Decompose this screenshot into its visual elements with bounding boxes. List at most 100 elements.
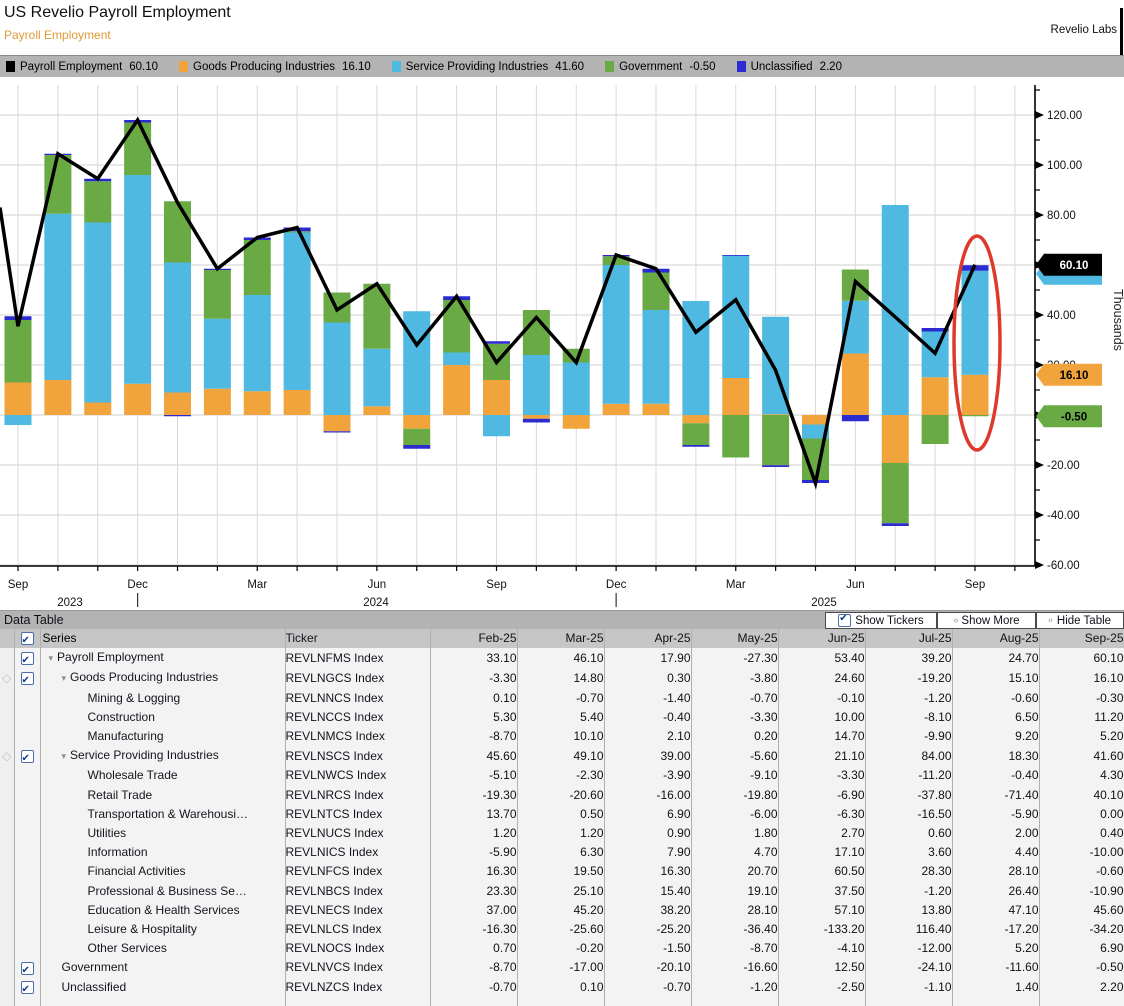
series-name-cell[interactable]: Professional & Business Se…: [40, 882, 285, 901]
series-column-header[interactable]: Series: [40, 629, 285, 648]
x-quarter-label: Mar: [247, 579, 267, 591]
series-name-cell[interactable]: ▾Goods Producing Industries: [40, 668, 285, 688]
value-cell: -0.40: [952, 766, 1039, 785]
value-cell: 4.30: [1039, 766, 1124, 785]
value-cell: 13.80: [865, 901, 952, 920]
select-all-checkbox[interactable]: [21, 632, 34, 645]
month-column-header[interactable]: Sep-25: [1039, 629, 1124, 648]
legend-label: Government: [619, 61, 682, 73]
show-more-button[interactable]: ‹› Show More: [937, 612, 1036, 629]
y-tick-label: -40.00: [1047, 510, 1080, 522]
month-column-header[interactable]: Jun-25: [778, 629, 865, 648]
series-name-cell[interactable]: Financial Activities: [40, 862, 285, 881]
legend-item-4[interactable]: Unclassified2.20: [737, 61, 842, 73]
show-tickers-label: Show Tickers: [855, 615, 923, 627]
series-name-cell[interactable]: Wholesale Trade: [40, 766, 285, 785]
series-name-cell[interactable]: Mining & Logging: [40, 689, 285, 708]
month-column-header[interactable]: Feb-25: [430, 629, 517, 648]
ticker-cell: REVLNUCS Index: [285, 824, 430, 843]
value-cell: 19.10: [691, 882, 778, 901]
y-tick-arrow-icon: [1035, 461, 1044, 469]
value-cell: -5.90: [952, 805, 1039, 824]
value-cell: -16.00: [604, 786, 691, 805]
value-cell: -5.90: [430, 843, 517, 862]
value-cell: 0.60: [865, 824, 952, 843]
ticker-cell: REVLNFCS Index: [285, 862, 430, 881]
series-checkbox-cell: [14, 920, 40, 939]
show-tickers-toggle[interactable]: Show Tickers: [825, 612, 937, 629]
series-name: Financial Activities: [88, 864, 186, 878]
value-cell: 15.40: [604, 882, 691, 901]
bar-segment: [682, 445, 709, 447]
value-cell: 5.20: [1039, 727, 1124, 746]
axis-tag-label: 60.10: [1060, 260, 1089, 272]
month-column-header[interactable]: May-25: [691, 629, 778, 648]
value-cell: -11.60: [952, 958, 1039, 977]
bar-segment: [722, 255, 749, 256]
series-name-cell[interactable]: ▾Payroll Employment: [40, 648, 285, 668]
x-quarter-label: Dec: [127, 579, 148, 591]
value-cell: 84.00: [865, 746, 952, 766]
series-checkbox[interactable]: [21, 652, 34, 665]
table-row: Transportation & Warehousi…REVLNTCS Inde…: [0, 805, 1124, 824]
value-cell: -6.30: [778, 805, 865, 824]
legend-item-3[interactable]: Government-0.50: [605, 61, 716, 73]
collapse-triangle-icon[interactable]: ▾: [62, 751, 67, 761]
series-checkbox-cell: [14, 786, 40, 805]
bar-segment: [204, 389, 231, 415]
series-name-cell[interactable]: Construction: [40, 708, 285, 727]
bar-segment: [164, 415, 191, 416]
show-tickers-checkbox[interactable]: [838, 614, 851, 627]
value-cell: -133.20: [778, 920, 865, 939]
bar-segment: [643, 273, 670, 311]
bar-segment: [962, 415, 989, 416]
bar-segment: [124, 175, 151, 384]
series-name: Payroll Employment: [57, 650, 164, 664]
collapse-triangle-icon[interactable]: ▾: [62, 673, 67, 683]
series-checkbox[interactable]: [21, 962, 34, 975]
series-name: Leisure & Hospitality: [88, 922, 197, 936]
series-checkbox[interactable]: [21, 750, 34, 763]
month-column-header[interactable]: Aug-25: [952, 629, 1039, 648]
series-checkbox[interactable]: [21, 672, 34, 685]
legend-item-0[interactable]: Payroll Employment60.10: [6, 61, 158, 73]
series-checkbox-cell: [14, 746, 40, 766]
series-name-cell[interactable]: Manufacturing: [40, 727, 285, 746]
ticker-column-header[interactable]: Ticker: [285, 629, 430, 648]
series-name-cell[interactable]: Other Services: [40, 939, 285, 958]
value-cell: -16.60: [691, 958, 778, 977]
value-cell: 0.70: [430, 939, 517, 958]
series-checkbox[interactable]: [21, 981, 34, 994]
value-cell: 20.70: [691, 862, 778, 881]
filler-cell: [1039, 997, 1124, 1006]
legend-item-1[interactable]: Goods Producing Industries16.10: [179, 61, 371, 73]
bar-segment: [643, 404, 670, 415]
month-column-header[interactable]: Apr-25: [604, 629, 691, 648]
filler-cell: [14, 997, 40, 1006]
series-name-cell[interactable]: Utilities: [40, 824, 285, 843]
bar-segment: [882, 463, 909, 523]
hide-table-label: Hide Table: [1057, 615, 1111, 627]
axis-tag-label: 16.10: [1060, 370, 1089, 382]
series-name-cell[interactable]: Transportation & Warehousi…: [40, 805, 285, 824]
legend-label: Service Providing Industries: [406, 61, 549, 73]
ticker-cell: REVLNZCS Index: [285, 978, 430, 997]
series-name-cell[interactable]: Government: [40, 958, 285, 977]
table-row: UtilitiesREVLNUCS Index1.201.200.901.802…: [0, 824, 1124, 843]
bar-segment: [563, 415, 590, 429]
value-cell: -16.30: [430, 920, 517, 939]
series-name-cell[interactable]: Leisure & Hospitality: [40, 920, 285, 939]
series-checkbox-cell: [14, 689, 40, 708]
series-name-cell[interactable]: Retail Trade: [40, 786, 285, 805]
series-name-cell[interactable]: ▾Service Providing Industries: [40, 746, 285, 766]
series-name-cell[interactable]: Unclassified: [40, 978, 285, 997]
month-column-header[interactable]: Jul-25: [865, 629, 952, 648]
series-name: Construction: [88, 710, 155, 724]
series-name-cell[interactable]: Education & Health Services: [40, 901, 285, 920]
collapse-triangle-icon[interactable]: ▾: [49, 653, 54, 663]
legend-item-2[interactable]: Service Providing Industries41.60: [392, 61, 584, 73]
month-column-header[interactable]: Mar-25: [517, 629, 604, 648]
hide-table-button[interactable]: ‹› Hide Table: [1036, 612, 1124, 629]
series-checkbox-cell: [14, 843, 40, 862]
series-name-cell[interactable]: Information: [40, 843, 285, 862]
